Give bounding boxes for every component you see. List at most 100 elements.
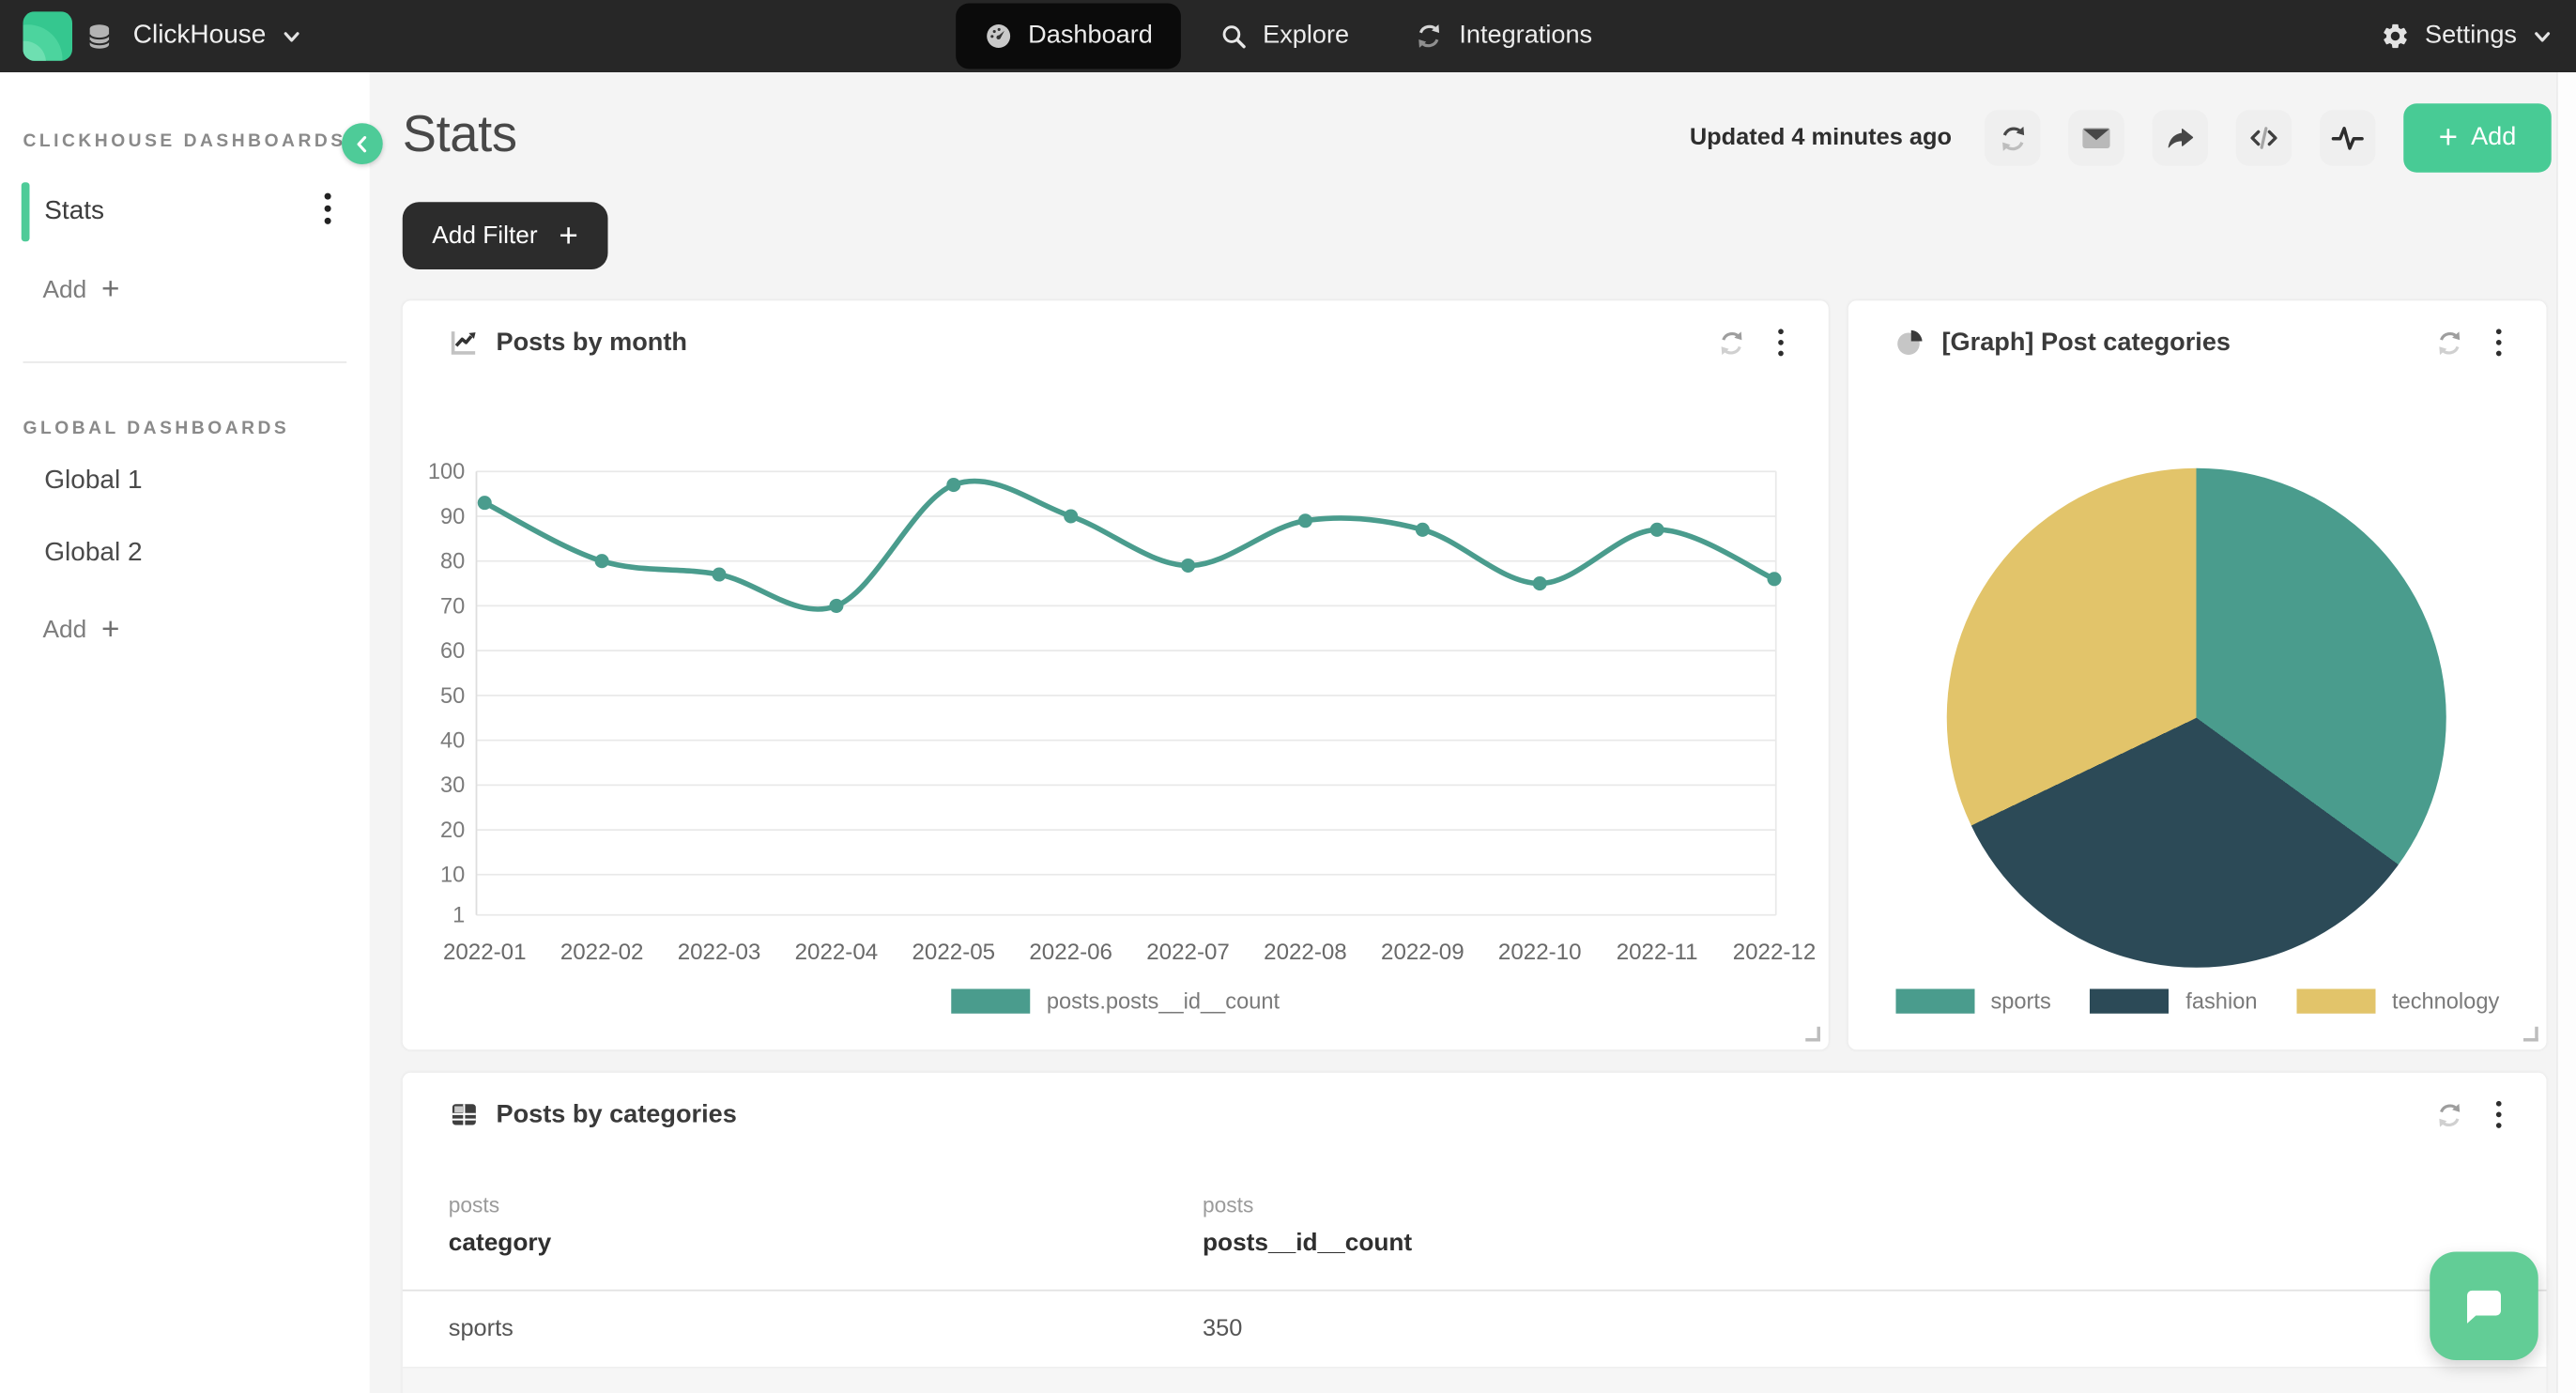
table-cell: 350 (1203, 1316, 2547, 1342)
y-tick-label: 20 (440, 819, 465, 843)
plus-icon: + (101, 273, 119, 304)
data-point (1181, 559, 1195, 573)
sync-icon (1415, 22, 1445, 52)
email-report-button[interactable] (2068, 110, 2124, 166)
refresh-chart-button[interactable] (1713, 325, 1750, 361)
x-tick-label: 2022-03 (678, 940, 761, 965)
resize-handle[interactable] (2523, 1027, 2538, 1042)
sidebar-add-global-dashboard[interactable]: Add + (43, 606, 370, 652)
data-point (595, 554, 609, 568)
column-header[interactable]: posts category (403, 1193, 1203, 1257)
column-header[interactable]: postsposts__id__count (1203, 1193, 2547, 1257)
x-tick-label: 2022-12 (1733, 940, 1817, 965)
data-point (478, 496, 492, 510)
chart-menu-button[interactable] (2491, 324, 2507, 361)
data-point (1064, 509, 1078, 523)
nav-tab-label: Dashboard (1028, 22, 1153, 52)
refresh-icon (2435, 1100, 2465, 1130)
table-row[interactable]: fashion329 (403, 1369, 2547, 1393)
x-tick-label: 2022-09 (1381, 940, 1464, 965)
search-icon (1219, 22, 1249, 52)
plus-icon: + (559, 220, 577, 253)
x-tick-label: 2022-11 (1617, 940, 1698, 965)
add-chart-button[interactable]: + Add (2403, 103, 2552, 173)
y-tick-label: 60 (440, 639, 465, 664)
sidebar-item-global-1[interactable]: Global 1 (0, 452, 370, 511)
legend-label: sports (1990, 989, 2050, 1014)
nav-tab-integrations[interactable]: Integrations (1387, 4, 1620, 69)
chart-menu-button[interactable] (1772, 324, 1789, 361)
brand-connection-selector[interactable]: ClickHouse (23, 11, 302, 61)
kebab-icon (2494, 1099, 2505, 1130)
settings-label: Settings (2425, 22, 2517, 52)
chat-widget-button[interactable] (2430, 1252, 2538, 1361)
data-point (1767, 572, 1781, 586)
database-icon (87, 23, 112, 51)
add-filter-button[interactable]: Add Filter + (403, 202, 608, 269)
resize-handle[interactable] (1805, 1027, 1820, 1042)
connection-name: ClickHouse (133, 22, 267, 52)
y-tick-label: 1 (452, 904, 465, 928)
sidebar-item-label: Global 1 (44, 467, 142, 497)
last-updated-text: Updated 4 minutes ago (1690, 125, 1952, 151)
card-title: Posts by month (497, 328, 687, 358)
card-header: Posts by categories (403, 1073, 2547, 1134)
legend-item: technology (2297, 989, 2500, 1014)
nav-tab-explore[interactable]: Explore (1190, 4, 1377, 69)
card-posts-by-categories: Posts by categories (403, 1073, 2547, 1393)
card-title: Posts by categories (497, 1100, 737, 1130)
embed-code-button[interactable] (2236, 110, 2292, 166)
chevron-left-icon (350, 131, 375, 156)
share-button[interactable] (2153, 110, 2209, 166)
sidebar-section-title: CLICKHOUSE DASHBOARDS (0, 131, 370, 151)
nav-tab-dashboard[interactable]: Dashboard (956, 4, 1180, 69)
plus-icon: + (101, 614, 119, 645)
line-legend-swatch (951, 989, 1030, 1014)
topbar: ClickHouse Dashboard (0, 0, 2576, 72)
legend-item: sports (1895, 989, 2051, 1014)
kebab-menu-icon[interactable] (322, 190, 333, 234)
card-posts-by-month: Posts by month (403, 300, 1829, 1049)
settings-menu[interactable]: Settings (2381, 22, 2553, 52)
sidebar-collapse-button[interactable] (342, 123, 383, 164)
x-tick-label: 2022-10 (1498, 940, 1582, 965)
add-label: Add (43, 615, 87, 643)
sidebar-divider (23, 361, 347, 363)
pulse-icon (2331, 122, 2364, 155)
refresh-chart-button[interactable] (2431, 325, 2468, 361)
refresh-chart-button[interactable] (2431, 1096, 2468, 1133)
column-name-label: category (449, 1229, 1203, 1257)
add-filter-label: Add Filter (432, 222, 537, 250)
line-chart-icon (449, 327, 480, 358)
data-point (829, 599, 843, 613)
app-root: ClickHouse Dashboard (0, 0, 2576, 1393)
table-row[interactable]: sports350 (403, 1292, 2547, 1369)
gauge-icon (984, 22, 1014, 52)
x-tick-label: 2022-04 (795, 940, 879, 965)
sidebar-item-stats[interactable]: Stats (0, 181, 370, 244)
column-group-label: posts (449, 1193, 1203, 1217)
refresh-icon (1717, 328, 1747, 358)
sidebar-item-label: Global 2 (44, 539, 142, 569)
page-title: Stats (403, 99, 517, 171)
scrollbar-track[interactable] (2556, 72, 2576, 1393)
chat-bubble-icon (2458, 1279, 2510, 1332)
data-point (946, 478, 960, 492)
sidebar: CLICKHOUSE DASHBOARDS Stats Add + GLOBAL… (0, 72, 370, 1393)
dashboard-main: Stats Updated 4 minutes ago (370, 72, 2576, 1393)
pie-chart (1947, 468, 2446, 968)
x-tick-label: 2022-08 (1264, 940, 1347, 965)
plus-icon: + (2439, 122, 2458, 155)
envelope-icon (2080, 122, 2113, 155)
sidebar-add-dashboard[interactable]: Add + (43, 267, 370, 313)
chart-menu-button[interactable] (2491, 1095, 2507, 1133)
data-point (1650, 523, 1664, 537)
refresh-dashboard-button[interactable] (1985, 110, 2041, 166)
sidebar-item-global-2[interactable]: Global 2 (0, 524, 370, 583)
chevron-down-icon (281, 25, 302, 47)
table-head: posts categorypostsposts__id__count (403, 1134, 2547, 1292)
data-point (712, 567, 726, 581)
add-button-label: Add (2471, 123, 2516, 153)
activity-button[interactable] (2320, 110, 2376, 166)
kebab-icon (1776, 327, 1786, 358)
